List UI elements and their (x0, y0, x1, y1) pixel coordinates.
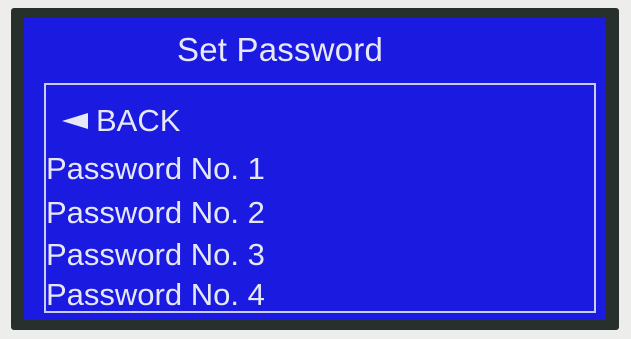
menu-item-password-4[interactable]: Password No. 4 (46, 275, 265, 315)
menu-item-password-3[interactable]: Password No. 3 (46, 235, 265, 275)
back-menu-item[interactable]: BACK (46, 101, 180, 141)
page-title: Set Password (177, 31, 383, 68)
back-arrow-icon (62, 113, 88, 129)
menu-item-password-2[interactable]: Password No. 2 (46, 193, 265, 233)
menu-item-password-1[interactable]: Password No. 1 (46, 149, 265, 189)
back-label: BACK (96, 103, 181, 138)
lcd-screen: Set Password BACK Password No. 1 Passwor… (24, 18, 606, 320)
password-menu: BACK Password No. 1 Password No. 2 Passw… (44, 83, 596, 313)
